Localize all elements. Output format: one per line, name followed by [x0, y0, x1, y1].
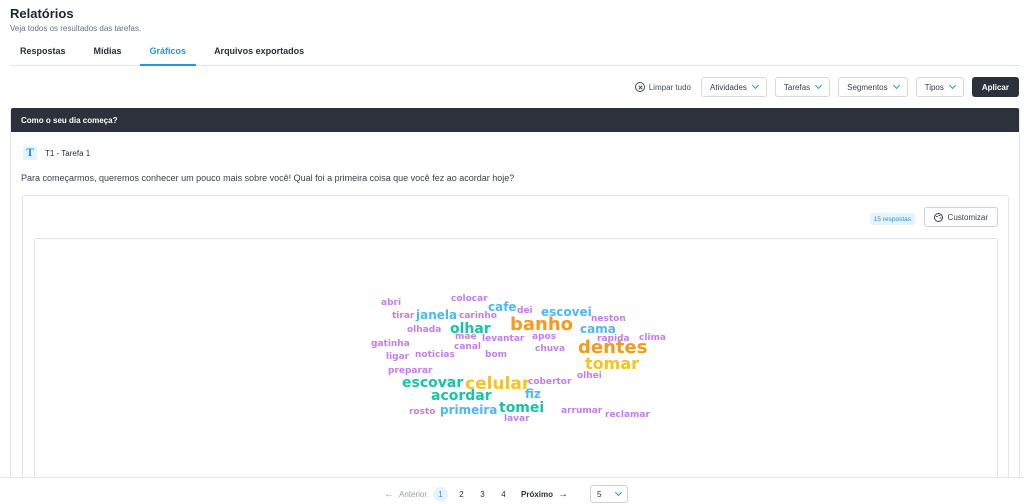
- next-page-button[interactable]: Próximo →: [521, 489, 568, 500]
- page-4-button[interactable]: 4: [496, 487, 511, 502]
- clear-all-label: Limpar tudo: [648, 82, 691, 92]
- question-card: Como o seu dia começa? T T1 - Tarefa 1 P…: [10, 108, 1020, 488]
- wordcloud-word-noticias: noticias: [415, 350, 455, 360]
- wordcloud-word-acordar: acordar: [431, 388, 492, 404]
- tarefas-label: Tarefas: [783, 82, 811, 92]
- text-type-icon: T: [23, 146, 37, 160]
- close-circle-icon: [634, 82, 645, 92]
- atividades-label: Atividades: [709, 82, 747, 92]
- filter-bar: Limpar tudo Atividades Tarefas Segmentos…: [634, 77, 1019, 97]
- chart-panel: 15 respostas Customizar abri colocar cafe t…: [22, 195, 1009, 488]
- previous-label: Anterior: [399, 489, 428, 499]
- wordcloud-word-tomar: tomar: [585, 354, 639, 373]
- wordcloud-word-canal: canal: [454, 342, 481, 352]
- previous-page-button[interactable]: ← Anterior: [384, 489, 427, 500]
- word-cloud: abri colocar cafe tirar janela carinho dei esco…: [34, 238, 998, 488]
- responses-badge: 15 respostas: [869, 213, 915, 225]
- wordcloud-word-mae: mae: [455, 332, 477, 342]
- wordcloud-word-arrumar: arrumar: [561, 406, 603, 416]
- segmentos-label: Segmentos: [847, 82, 888, 92]
- palette-icon: [933, 212, 943, 222]
- tab-respostas[interactable]: Respostas: [10, 40, 76, 65]
- chevron-down-icon: [815, 81, 823, 90]
- wordcloud-word-apos: apos: [532, 332, 557, 342]
- segmentos-dropdown[interactable]: Segmentos: [838, 77, 908, 97]
- card-title: Como o seu dia começa?: [11, 108, 1019, 132]
- tab-bar: Respostas Mídias Gráficos Arquivos expor…: [10, 40, 1020, 66]
- per-page-select[interactable]: 5: [590, 485, 629, 503]
- chevron-down-icon: [948, 81, 956, 90]
- customize-button[interactable]: Customizar: [923, 207, 998, 227]
- page-title: Relatórios: [10, 6, 74, 21]
- wordcloud-word-primeira: primeira: [440, 403, 498, 417]
- wordcloud-word-reclamar: reclamar: [605, 410, 650, 420]
- wordcloud-word-gatinha: gatinha: [371, 339, 410, 349]
- apply-button[interactable]: Aplicar: [971, 77, 1019, 97]
- wordcloud-word-ligar: ligar: [386, 352, 410, 362]
- wordcloud-word-lavar: lavar: [504, 414, 530, 424]
- task-label: T1 - Tarefa 1: [45, 148, 91, 158]
- chevron-down-icon: [892, 81, 900, 90]
- pagination: ← Anterior 1 2 3 4 Próximo → 5: [0, 477, 1024, 504]
- clear-all-button[interactable]: Limpar tudo: [634, 82, 691, 92]
- wordcloud-word-olhei: olhei: [577, 371, 602, 381]
- page-3-button[interactable]: 3: [475, 487, 490, 502]
- wordcloud-word-bom: bom: [485, 350, 508, 360]
- chevron-down-icon: [751, 81, 759, 90]
- arrow-left-icon: ←: [384, 488, 394, 500]
- per-page-value: 5: [597, 489, 602, 499]
- tab-arquivos-exportados[interactable]: Arquivos exportados: [204, 40, 314, 65]
- page-subtitle: Veja todos os resultados das tarefas.: [10, 24, 142, 33]
- tipos-dropdown[interactable]: Tipos: [915, 77, 964, 97]
- wordcloud-word-rosto: rosto: [409, 407, 436, 417]
- arrow-right-icon: →: [558, 488, 569, 500]
- wordcloud-word-levantar: levantar: [482, 334, 525, 344]
- wordcloud-word-carinho: carinho: [459, 311, 497, 321]
- tipos-label: Tipos: [924, 82, 944, 92]
- tarefas-dropdown[interactable]: Tarefas: [774, 77, 831, 97]
- atividades-dropdown[interactable]: Atividades: [700, 77, 767, 97]
- page-1-button[interactable]: 1: [433, 486, 449, 502]
- chevron-down-icon: [614, 488, 623, 497]
- next-label: Próximo: [521, 489, 554, 499]
- wordcloud-word-chuva: chuva: [535, 344, 566, 354]
- wordcloud-word-cobertor: cobertor: [528, 377, 572, 387]
- wordcloud-word-abri: abri: [381, 298, 402, 308]
- wordcloud-word-tirar: tirar: [392, 311, 415, 321]
- page-2-button[interactable]: 2: [454, 487, 469, 502]
- question-text: Para começarmos, queremos conhecer um po…: [21, 173, 515, 183]
- wordcloud-word-fiz: fiz: [525, 387, 541, 401]
- wordcloud-word-olhada: olhada: [407, 325, 442, 335]
- tab-midias[interactable]: Mídias: [84, 40, 132, 65]
- customize-label: Customizar: [947, 212, 988, 222]
- task-line: T T1 - Tarefa 1: [23, 146, 90, 160]
- wordcloud-word-tomei: tomei: [499, 400, 545, 416]
- tab-graficos[interactable]: Gráficos: [139, 40, 197, 66]
- wordcloud-word-janela: janela: [416, 308, 458, 322]
- wordcloud-word-colocar: colocar: [451, 294, 488, 304]
